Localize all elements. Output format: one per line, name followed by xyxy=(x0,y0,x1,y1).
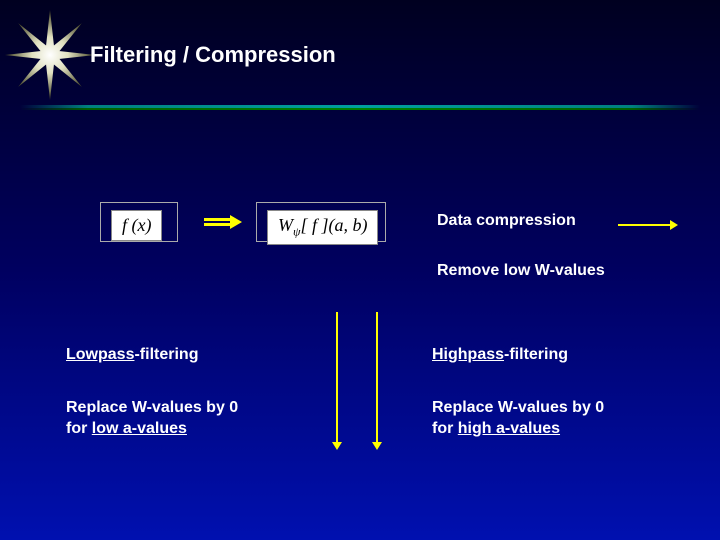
hp-line1: Replace W-values by 0 xyxy=(432,399,604,416)
highpass-underlined: Highpass xyxy=(432,346,504,363)
hp-line2b: high a-values xyxy=(458,420,560,437)
lowpass-underlined: Lowpass xyxy=(66,346,134,363)
lp-line2b: low a-values xyxy=(92,420,187,437)
formula-fx: f (x) xyxy=(111,210,162,241)
formula-fx-text: f (x) xyxy=(122,215,151,235)
star-bullet-icon xyxy=(5,10,95,100)
label-data-compression: Data compression xyxy=(437,212,576,230)
slide-title: Filtering / Compression xyxy=(90,42,336,68)
label-remove-low: Remove low W-values xyxy=(437,262,605,280)
lp-line2a: for xyxy=(66,420,92,437)
highpass-rest: -filtering xyxy=(504,346,568,363)
label-highpass: Highpass-filtering xyxy=(432,346,568,364)
lowpass-rest: -filtering xyxy=(134,346,198,363)
arrow-compression-icon xyxy=(618,222,678,228)
label-highpass-desc: Replace W-values by 0 for high a-values xyxy=(432,398,604,440)
arrow-down-left-icon xyxy=(336,312,338,442)
hp-line2a: for xyxy=(432,420,458,437)
formula-wavelet: Wψ[ f ](a, b) xyxy=(267,210,378,245)
label-lowpass-desc: Replace W-values by 0 for low a-values xyxy=(66,398,238,440)
label-lowpass: Lowpass-filtering xyxy=(66,346,198,364)
formula-w-pre: W xyxy=(278,215,293,235)
lp-line1: Replace W-values by 0 xyxy=(66,399,238,416)
arrow-down-right-icon xyxy=(376,312,378,442)
arrow-transform-icon xyxy=(204,215,242,229)
formula-w-post: [ f ](a, b) xyxy=(300,215,367,235)
title-underline xyxy=(0,105,720,111)
